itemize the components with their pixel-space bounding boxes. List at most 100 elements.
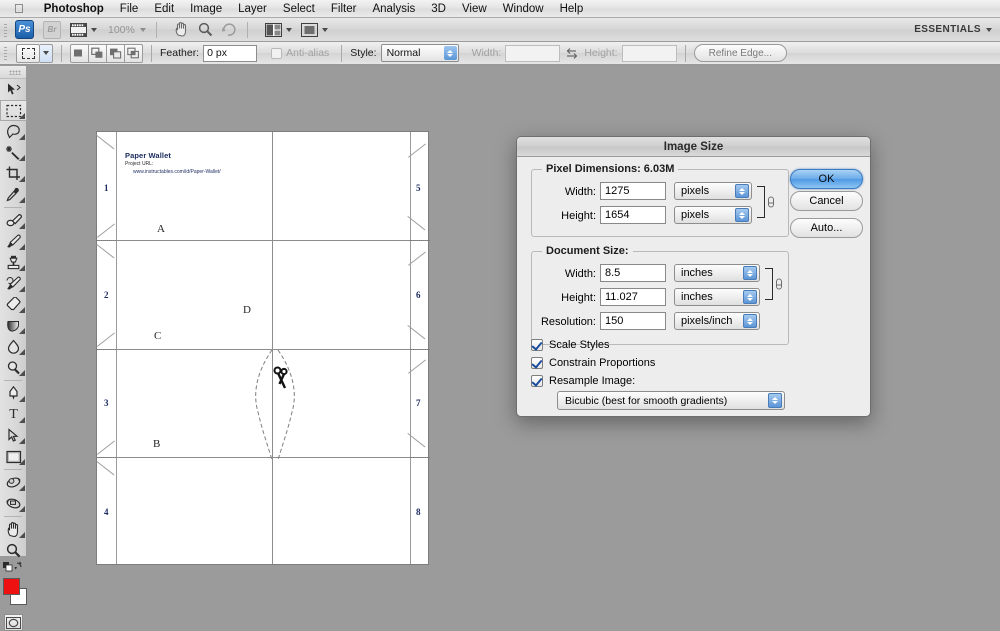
menu-view[interactable]: View	[454, 0, 495, 18]
doc-height-unit-select[interactable]: inches	[674, 288, 760, 306]
auto-button[interactable]: Auto...	[790, 218, 863, 238]
zoom-tool-button[interactable]	[198, 20, 213, 40]
screen-mode-button[interactable]	[300, 20, 328, 40]
feather-input[interactable]	[203, 44, 258, 62]
constrain-proportions-checkbox[interactable]	[531, 357, 543, 369]
blur-tool[interactable]	[0, 336, 27, 357]
zoom-tool[interactable]	[0, 540, 27, 561]
menu-photoshop[interactable]: Photoshop	[36, 0, 112, 18]
menu-file[interactable]: File	[112, 0, 147, 18]
doc-height-unit-stepper-icon[interactable]	[743, 290, 757, 304]
dialog-title-bar[interactable]: Image Size	[517, 137, 870, 157]
workspace-caret-icon	[986, 27, 992, 32]
pixel-width-input[interactable]	[600, 182, 666, 200]
spot-healing-brush-tool[interactable]	[0, 210, 27, 231]
scale-styles-checkbox[interactable]	[531, 339, 543, 351]
document-canvas[interactable]: Paper Wallet Project URL: www.instructab…	[96, 131, 430, 565]
gradient-flyout-triangle-icon	[19, 328, 25, 334]
menu-analysis[interactable]: Analysis	[364, 0, 423, 18]
tools-panel-header[interactable]	[0, 66, 26, 79]
antialias-label: Anti-alias	[286, 47, 330, 59]
cancel-button[interactable]: Cancel	[790, 191, 863, 211]
pixel-width-unit-stepper-icon[interactable]	[735, 184, 749, 198]
height-input[interactable]	[621, 44, 677, 62]
pixel-height-input[interactable]	[600, 206, 666, 224]
pixel-width-unit-select[interactable]: pixels	[674, 182, 752, 200]
hand-tool[interactable]	[0, 519, 27, 540]
path-selection-tool[interactable]	[0, 425, 27, 446]
style-select[interactable]: Normal	[380, 44, 459, 62]
rectangular-marquee-tool[interactable]	[0, 100, 27, 121]
eraser-tool[interactable]	[0, 294, 27, 315]
ok-button[interactable]: OK	[790, 169, 863, 189]
refine-edge-button[interactable]: Refine Edge...	[693, 44, 787, 62]
bridge-launch-icon[interactable]: Br	[43, 20, 61, 39]
image-size-dialog[interactable]: Image Size Pixel Dimensions: 6.03M Width…	[516, 136, 871, 417]
tools-divider-3	[4, 469, 22, 470]
resolution-input[interactable]	[600, 312, 666, 330]
quick-mask-toggle[interactable]	[3, 614, 23, 631]
brush-tool[interactable]	[0, 231, 27, 252]
lasso-tool[interactable]	[0, 121, 27, 142]
gradient-tool[interactable]	[0, 315, 27, 336]
history-flyout-triangle-icon	[19, 286, 25, 292]
hand-tool-button[interactable]	[174, 20, 189, 40]
workspace-selector[interactable]: ESSENTIALS	[914, 24, 992, 35]
rotate-view-tool-button[interactable]	[221, 20, 237, 40]
shape-flyout-triangle-icon	[19, 459, 25, 465]
tool-preset-dropdown[interactable]	[40, 43, 53, 63]
menu-help[interactable]: Help	[552, 0, 592, 18]
menu-select[interactable]: Select	[275, 0, 323, 18]
pen-tool[interactable]	[0, 383, 27, 404]
style-stepper-icon[interactable]	[443, 46, 457, 60]
optionsbar-grip[interactable]	[2, 45, 9, 61]
resample-method-stepper-icon[interactable]	[768, 393, 782, 408]
add-to-selection-button[interactable]	[88, 43, 107, 63]
current-tool-icon[interactable]	[16, 43, 40, 63]
menu-3d[interactable]: 3D	[423, 0, 454, 18]
3d-object-rotate-tool[interactable]	[0, 472, 27, 493]
zoom-level-caret-icon[interactable]	[139, 27, 146, 32]
appbar-grip[interactable]	[2, 21, 9, 38]
resolution-unit-select[interactable]: pixels/inch	[674, 312, 760, 330]
constrain-proportions-row[interactable]: Constrain Proportions	[531, 357, 655, 369]
width-input[interactable]	[505, 44, 561, 62]
menu-filter[interactable]: Filter	[323, 0, 365, 18]
subtract-from-selection-button[interactable]	[106, 43, 125, 63]
arrange-documents-icon	[264, 22, 282, 37]
3d-camera-rotate-tool[interactable]	[0, 493, 27, 514]
resample-image-row[interactable]: Resample Image:	[531, 375, 635, 387]
cell-letter-b: B	[153, 438, 161, 450]
rectangle-shape-tool[interactable]	[0, 446, 27, 467]
antialias-checkbox[interactable]	[271, 47, 283, 59]
type-tool[interactable]: T	[0, 404, 27, 425]
arrange-documents-button[interactable]	[264, 20, 292, 40]
intersect-selection-button[interactable]	[124, 43, 143, 63]
move-tool[interactable]	[0, 79, 27, 100]
doc-height-input[interactable]	[600, 288, 666, 306]
mini-bridge-button[interactable]	[70, 20, 97, 40]
scale-styles-row[interactable]: Scale Styles	[531, 339, 610, 351]
pixel-height-unit-stepper-icon[interactable]	[735, 208, 749, 222]
menu-edit[interactable]: Edit	[146, 0, 182, 18]
resample-method-select[interactable]: Bicubic (best for smooth gradients)	[557, 391, 785, 410]
menu-window[interactable]: Window	[495, 0, 552, 18]
resample-image-checkbox[interactable]	[531, 375, 543, 387]
doc-width-unit-stepper-icon[interactable]	[743, 266, 757, 280]
magic-wand-tool[interactable]	[0, 142, 27, 163]
swap-dimensions-button[interactable]	[565, 45, 579, 61]
menu-image[interactable]: Image	[182, 0, 230, 18]
new-selection-button[interactable]	[70, 43, 89, 63]
foreground-color-swatch[interactable]	[3, 578, 20, 595]
eyedropper-tool[interactable]	[0, 184, 27, 205]
menu-layer[interactable]: Layer	[230, 0, 275, 18]
resolution-unit-stepper-icon[interactable]	[743, 314, 757, 328]
doc-width-unit-select[interactable]: inches	[674, 264, 760, 282]
apple-logo-icon[interactable]: 	[14, 2, 24, 15]
crop-tool[interactable]	[0, 163, 27, 184]
history-brush-tool[interactable]	[0, 273, 27, 294]
pixel-height-unit-select[interactable]: pixels	[674, 206, 752, 224]
clone-stamp-tool[interactable]	[0, 252, 27, 273]
dodge-tool[interactable]	[0, 357, 27, 378]
doc-width-input[interactable]	[600, 264, 666, 282]
